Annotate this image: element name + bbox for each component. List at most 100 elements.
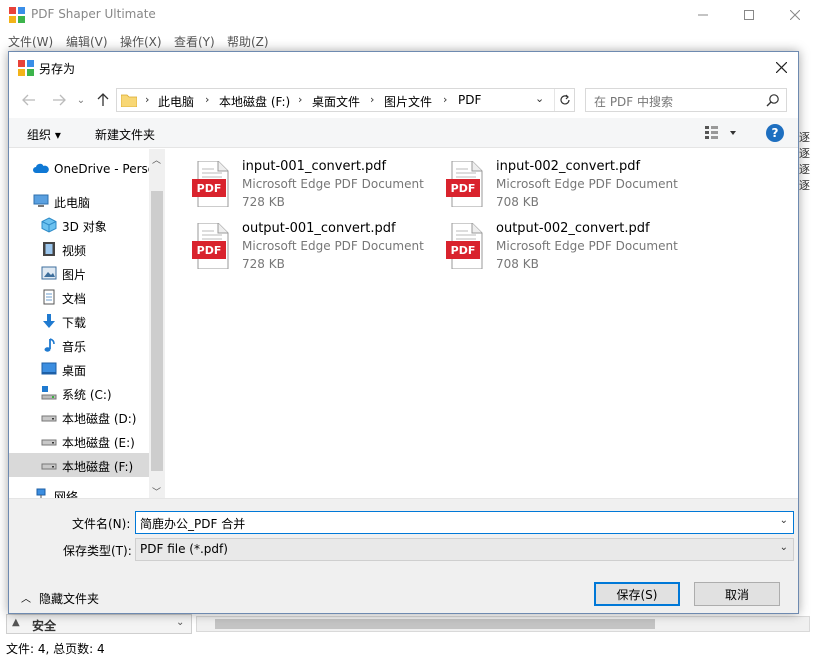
breadcrumb-image-files[interactable]: 图片文件 xyxy=(384,93,432,110)
file-type: Microsoft Edge PDF Document xyxy=(496,177,678,191)
nav-item-drive-e[interactable]: 本地磁盘 (E:) xyxy=(9,429,149,453)
nav-item-music[interactable]: 音乐 xyxy=(9,333,149,357)
breadcrumb-separator-icon[interactable]: › xyxy=(205,93,209,106)
view-options-icon[interactable] xyxy=(704,125,740,141)
scrollbar-thumb[interactable] xyxy=(215,619,655,629)
search-input[interactable]: 在 PDF 中搜索 xyxy=(585,88,787,112)
scroll-down-icon[interactable]: ﹀ xyxy=(152,485,161,498)
nav-item-label: 本地磁盘 (E:) xyxy=(62,436,135,450)
background-fragment: 逐 xyxy=(799,131,810,144)
app-menubar: 文件(W) 编辑(V) 操作(X) 查看(Y) 帮助(Z) xyxy=(0,30,818,52)
breadcrumb-separator-icon[interactable]: › xyxy=(145,93,149,106)
file-item[interactable]: PDF input-002_convert.pdf Microsoft Edge… xyxy=(446,159,696,221)
nav-item-downloads[interactable]: 下载 xyxy=(9,309,149,333)
menu-edit[interactable]: 编辑(V) xyxy=(66,33,108,50)
file-size: 708 KB xyxy=(496,195,539,209)
pdf-icon-label: PDF xyxy=(197,182,222,195)
forward-button[interactable] xyxy=(49,91,69,109)
filename-input[interactable]: 简鹿办公_PDF 合并 ⌄ xyxy=(135,511,794,534)
pictures-icon xyxy=(41,266,57,280)
chevron-down-icon[interactable]: ⌄ xyxy=(176,617,184,628)
filename-label: 文件名(N): xyxy=(72,517,131,531)
address-bar[interactable]: › 此电脑 › 本地磁盘 (F:) › 桌面文件 › 图片文件 › PDF ⌄ xyxy=(116,88,575,112)
nav-item-label: 系统 (C:) xyxy=(62,388,112,402)
cancel-button[interactable]: 取消 xyxy=(694,582,780,606)
background-fragment: 逐 xyxy=(799,179,810,192)
scroll-up-icon[interactable]: ︿ xyxy=(152,153,161,166)
minimize-icon xyxy=(698,14,708,16)
pdf-icon-label: PDF xyxy=(451,182,476,195)
dialog-close-button[interactable] xyxy=(764,52,798,82)
organize-button[interactable]: 组织 ▾ xyxy=(27,126,61,143)
this-pc-icon xyxy=(33,194,49,207)
refresh-button[interactable] xyxy=(554,89,574,111)
nav-item-label: 音乐 xyxy=(62,340,87,354)
file-size: 728 KB xyxy=(242,257,285,271)
breadcrumb-separator-icon[interactable]: › xyxy=(298,93,302,106)
file-name: output-001_convert.pdf xyxy=(242,221,396,236)
drive-icon xyxy=(41,415,57,422)
navigation-scrollbar[interactable]: ︿ ﹀ xyxy=(149,149,165,498)
nav-item-3d-objects[interactable]: 3D 对象 xyxy=(9,213,149,237)
nav-item-label: 本地磁盘 (D:) xyxy=(62,412,137,426)
desktop-icon xyxy=(41,362,57,375)
file-item[interactable]: PDF output-001_convert.pdf Microsoft Edg… xyxy=(192,221,442,283)
address-dropdown-icon[interactable]: ⌄ xyxy=(535,92,544,105)
nav-item-desktop[interactable]: 桌面 xyxy=(9,357,149,381)
help-button[interactable]: ? xyxy=(766,124,784,142)
nav-item-this-pc[interactable]: 此电脑 xyxy=(9,189,149,213)
save-form: 文件名(N): 简鹿办公_PDF 合并 ⌄ 保存类型(T): PDF file … xyxy=(9,498,798,613)
music-icon xyxy=(44,338,55,352)
scrollbar-thumb[interactable] xyxy=(151,191,163,471)
filetype-label: 保存类型(T): xyxy=(63,544,132,558)
close-button[interactable] xyxy=(772,0,818,30)
maximize-button[interactable] xyxy=(726,0,772,30)
file-item[interactable]: PDF output-002_convert.pdf Microsoft Edg… xyxy=(446,221,696,283)
save-button[interactable]: 保存(S) xyxy=(594,582,680,606)
menu-file[interactable]: 文件(W) xyxy=(8,33,53,50)
nav-item-drive-f[interactable]: 本地磁盘 (F:) xyxy=(9,453,149,477)
pdf-file-icon: PDF xyxy=(192,223,229,269)
breadcrumb-pdf[interactable]: PDF xyxy=(458,93,481,107)
chevron-down-icon[interactable]: ⌄ xyxy=(780,515,788,526)
nav-item-pictures[interactable]: 图片 xyxy=(9,261,149,285)
nav-item-videos[interactable]: 视频 xyxy=(9,237,149,261)
nav-item-label: OneDrive - Perso xyxy=(54,162,156,176)
recent-locations-dropdown[interactable]: ⌄ xyxy=(71,91,91,109)
minimize-button[interactable] xyxy=(680,0,726,30)
breadcrumb-separator-icon[interactable]: › xyxy=(370,93,374,106)
nav-item-system-c[interactable]: 系统 (C:) xyxy=(9,381,149,405)
nav-item-documents[interactable]: 文档 xyxy=(9,285,149,309)
dialog-title: 另存为 xyxy=(39,62,76,76)
maximize-icon xyxy=(744,10,754,20)
horizontal-scrollbar[interactable] xyxy=(196,616,810,632)
nav-item-onedrive[interactable]: OneDrive - Perso xyxy=(9,157,155,181)
nav-item-network[interactable]: 网络 xyxy=(9,483,149,498)
nav-item-drive-d[interactable]: 本地磁盘 (D:) xyxy=(9,405,149,429)
new-folder-button[interactable]: 新建文件夹 xyxy=(95,126,155,143)
breadcrumb-this-pc[interactable]: 此电脑 xyxy=(158,93,194,110)
background-fragment: 逐 xyxy=(799,163,810,176)
drive-icon xyxy=(41,439,57,446)
save-as-dialog: 另存为 ⌄ › 此电脑 › 本地磁盘 (F:) › 桌面文件 › 图片文件 › … xyxy=(8,51,799,614)
breadcrumb-separator-icon[interactable]: › xyxy=(443,93,447,106)
menu-help[interactable]: 帮助(Z) xyxy=(227,33,269,50)
menu-action[interactable]: 操作(X) xyxy=(120,33,162,50)
back-button[interactable] xyxy=(19,91,39,109)
pdf-file-icon: PDF xyxy=(192,161,229,207)
status-bar-text: 文件: 4, 总页数: 4 xyxy=(6,642,105,656)
nav-item-label: 视频 xyxy=(62,244,87,258)
filetype-select[interactable]: PDF file (*.pdf) ⌄ xyxy=(135,538,794,561)
menu-view[interactable]: 查看(Y) xyxy=(174,33,215,50)
arrow-up-icon xyxy=(97,93,109,106)
breadcrumb-drive-f[interactable]: 本地磁盘 (F:) xyxy=(219,93,290,110)
app-logo-icon xyxy=(18,60,34,76)
breadcrumb-desktop-files[interactable]: 桌面文件 xyxy=(312,93,360,110)
nav-item-label: 本地磁盘 (F:) xyxy=(62,460,134,474)
file-name: input-001_convert.pdf xyxy=(242,159,387,174)
security-label: 安全 xyxy=(32,619,57,633)
file-size: 708 KB xyxy=(496,257,539,271)
up-button[interactable] xyxy=(93,91,113,109)
background-fragment: 逐 xyxy=(799,147,810,160)
file-item[interactable]: PDF input-001_convert.pdf Microsoft Edge… xyxy=(192,159,442,221)
